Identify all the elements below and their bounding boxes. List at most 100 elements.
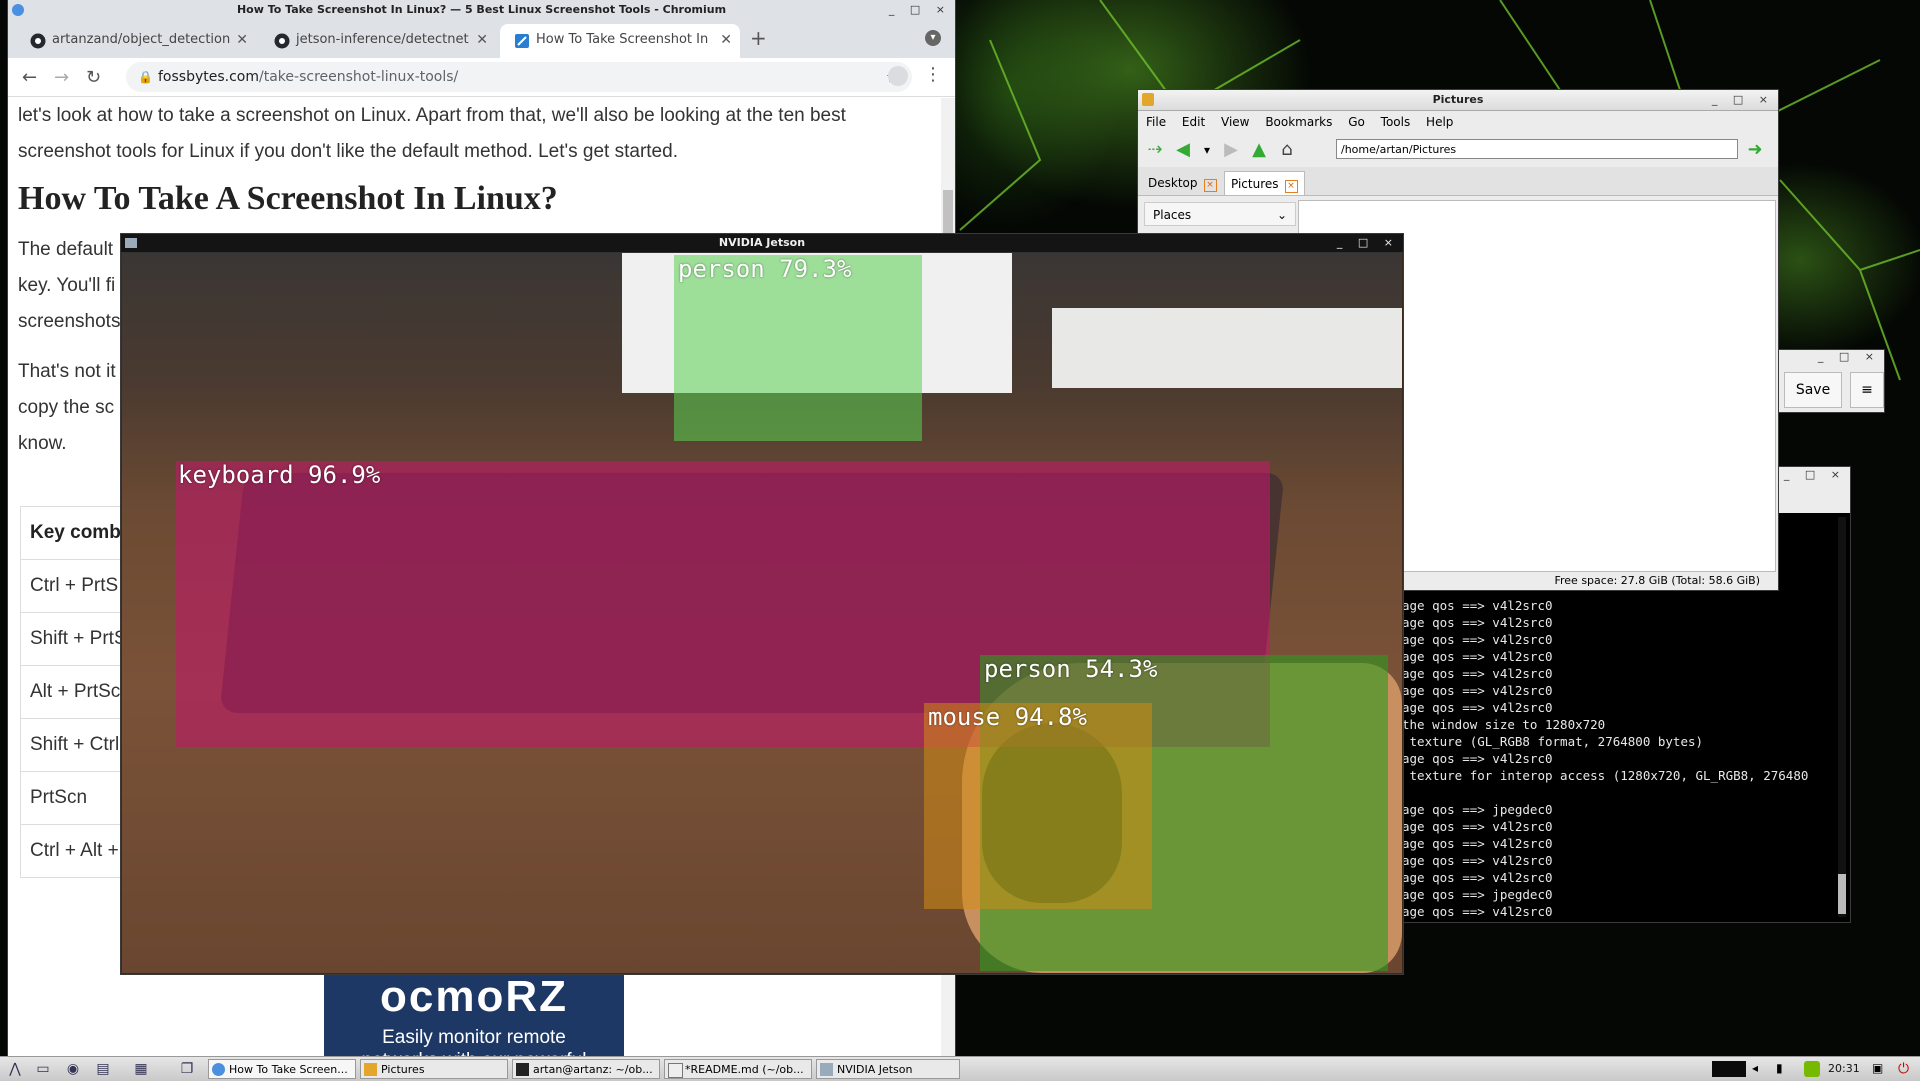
terminal-line: age qos ==> v4l2src0 (1402, 683, 1553, 698)
places-label: Places (1153, 208, 1192, 222)
chromium-window-title: How To Take Screenshot In Linux? — 5 Bes… (236, 3, 727, 16)
close-icon[interactable]: × (1203, 179, 1217, 192)
window-list-icon[interactable]: ❐ (178, 1060, 196, 1078)
show-desktop-icon[interactable]: ▭ (34, 1060, 52, 1078)
file-manager-launcher-icon[interactable]: ▤ (94, 1060, 112, 1078)
workspace-switcher-icon[interactable]: ▦ (132, 1060, 150, 1078)
browser-launcher-icon[interactable]: ◉ (64, 1060, 82, 1078)
jetson-window[interactable]: NVIDIA Jetson _ □ × person 79.3% keyboar… (121, 234, 1403, 974)
background-wall (1052, 308, 1402, 388)
detection-box-person: person 79.3% (674, 255, 922, 441)
terminal-line: age qos ==> v4l2src0 (1402, 751, 1553, 766)
tab-desktop[interactable]: Desktop × (1142, 171, 1223, 195)
terminal-line: age qos ==> v4l2src0 (1402, 649, 1553, 664)
text-editor-window[interactable]: _ □ × Save ≡ (1778, 350, 1884, 412)
tab-object-detection[interactable]: artanzand/object_detection ✕ (16, 24, 256, 58)
lock-icon: 🔒 (138, 70, 153, 84)
menu-go[interactable]: Go (1348, 115, 1365, 129)
editor-window-controls[interactable]: _ □ × (1818, 350, 1880, 364)
network-signal-icon[interactable]: ▮ (1776, 1061, 1792, 1077)
file-manager-window-controls[interactable]: _ □ × (1712, 90, 1774, 110)
close-icon[interactable]: ✕ (476, 24, 488, 56)
terminal-line: age qos ==> v4l2src0 (1402, 819, 1553, 834)
chevron-down-icon: ⌄ (1276, 208, 1287, 222)
save-button[interactable]: Save (1784, 372, 1842, 408)
file-manager-titlebar[interactable]: Pictures _ □ × (1138, 90, 1778, 111)
tab-jetson-inference[interactable]: jetson-inference/detectnet ✕ (260, 24, 496, 58)
power-icon[interactable]: ⏻ (1898, 1061, 1914, 1077)
go-icon[interactable]: ➜ (1744, 139, 1766, 161)
close-icon[interactable]: ✕ (720, 24, 732, 56)
tab-label: artanzand/object_detection (52, 32, 231, 47)
close-icon[interactable]: ✕ (236, 24, 248, 56)
tab-pictures[interactable]: Pictures × (1224, 171, 1305, 195)
taskbar-item-pictures[interactable]: Pictures (360, 1059, 508, 1079)
taskbar-item-editor[interactable]: *README.md (~/ob... (664, 1059, 812, 1079)
tab-strip: artanzand/object_detection ✕ jetson-infe… (8, 20, 955, 58)
taskbar-label: NVIDIA Jetson (837, 1063, 913, 1076)
terminal-scrollbar-thumb[interactable] (1838, 874, 1846, 914)
new-tab-icon[interactable]: ⇢ (1144, 139, 1166, 161)
up-icon[interactable]: ▲ (1248, 139, 1270, 161)
menu-tools[interactable]: Tools (1381, 115, 1411, 129)
new-tab-button[interactable]: + (750, 26, 767, 50)
profile-avatar-icon[interactable] (888, 66, 908, 86)
window-icon (820, 1063, 833, 1076)
jetson-window-controls[interactable]: _ □ × (1337, 234, 1399, 252)
tab-search-icon[interactable]: ▾ (925, 30, 941, 46)
window-icon (125, 238, 137, 248)
terminal-window-controls[interactable]: _ □ × (1784, 467, 1846, 483)
hamburger-menu-button[interactable]: ≡ (1850, 372, 1884, 408)
text-editor-icon (668, 1063, 683, 1078)
terminal-line: texture (GL_RGB8 format, 2764800 bytes) (1402, 734, 1704, 749)
back-arrow-icon[interactable]: ← (22, 67, 37, 88)
jetson-titlebar[interactable]: NVIDIA Jetson _ □ × (121, 234, 1403, 253)
forward-icon[interactable]: ▶ (1220, 139, 1242, 161)
menu-edit[interactable]: Edit (1182, 115, 1205, 129)
terminal-scrollbar[interactable] (1838, 517, 1846, 917)
taskbar-item-chromium[interactable]: How To Take Screen... (208, 1059, 356, 1079)
taskbar-item-terminal[interactable]: artan@artanz: ~/ob... (512, 1059, 660, 1079)
chromium-titlebar[interactable]: How To Take Screenshot In Linux? — 5 Bes… (8, 0, 955, 20)
nvidia-icon[interactable] (1804, 1061, 1820, 1077)
advertisement-banner[interactable]: ocmoRZ Easily monitor remote networks wi… (324, 975, 624, 1071)
tab-fossbytes[interactable]: How To Take Screenshot In ✕ (500, 24, 740, 58)
history-dropdown-icon[interactable]: ▾ (1196, 139, 1218, 161)
taskbar-label: *README.md (~/ob... (685, 1063, 804, 1076)
menu-view[interactable]: View (1221, 115, 1249, 129)
scrollbar-thumb[interactable] (943, 190, 953, 234)
chromium-icon (212, 1063, 225, 1076)
terminal-line: age qos ==> v4l2src0 (1402, 836, 1553, 851)
tab-pictures-label: Pictures (1231, 177, 1279, 191)
terminal-line: the window size to 1280x720 (1402, 717, 1606, 732)
volume-icon[interactable]: ◂ (1752, 1061, 1768, 1077)
terminal-icon (516, 1063, 529, 1076)
menu-help[interactable]: Help (1426, 115, 1453, 129)
taskbar: ⋀ ▭ ◉ ▤ ▦ ❐ How To Take Screen... Pictur… (0, 1056, 1920, 1081)
user-icon[interactable]: ▣ (1872, 1061, 1888, 1077)
folder-icon (364, 1063, 377, 1076)
back-icon[interactable]: ◀ (1172, 139, 1194, 161)
menu-bookmarks[interactable]: Bookmarks (1265, 115, 1332, 129)
chromium-window-controls[interactable]: _ □ × (889, 0, 951, 20)
terminal-line: age qos ==> v4l2src0 (1402, 904, 1553, 919)
camera-feed: person 79.3% keyboard 96.9% person 54.3%… (122, 253, 1402, 973)
address-bar[interactable]: 🔒 fossbytes.com/take-screenshot-linux-to… (126, 62, 912, 92)
start-menu-icon[interactable]: ⋀ (6, 1060, 24, 1078)
detection-label: keyboard 96.9% (178, 461, 381, 489)
terminal-line: age qos ==> v4l2src0 (1402, 666, 1553, 681)
forward-arrow-icon[interactable]: → (54, 67, 69, 88)
article-heading: How To Take A Screenshot In Linux? (18, 180, 558, 217)
kebab-menu-icon[interactable]: ⋮ (924, 64, 942, 85)
menu-file[interactable]: File (1146, 115, 1166, 129)
places-dropdown[interactable]: Places ⌄ (1144, 202, 1296, 226)
close-icon[interactable]: × (1284, 180, 1298, 193)
reload-icon[interactable]: ↻ (86, 67, 101, 88)
cpu-monitor-icon (1712, 1061, 1746, 1077)
path-input[interactable]: /home/artan/Pictures (1336, 139, 1738, 159)
home-icon[interactable]: ⌂ (1276, 139, 1298, 161)
github-icon (30, 33, 46, 49)
taskbar-item-jetson[interactable]: NVIDIA Jetson (816, 1059, 960, 1079)
tab-label: How To Take Screenshot In (536, 32, 709, 47)
